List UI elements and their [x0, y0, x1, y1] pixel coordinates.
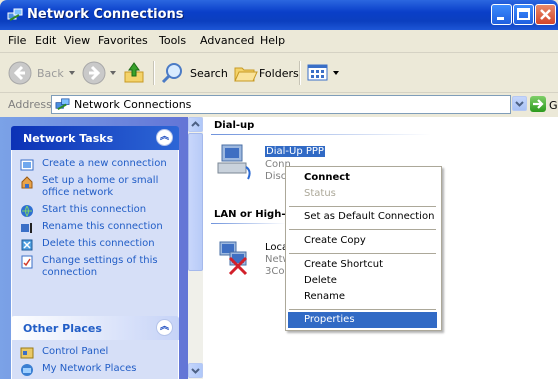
network-connections-icon: [55, 98, 70, 111]
network-tasks-header[interactable]: Network Tasks ︽: [11, 126, 179, 150]
network-places-icon: [21, 364, 33, 376]
folders-label[interactable]: Folders: [259, 67, 299, 80]
task-rename-connection[interactable]: Rename this connection: [20, 221, 172, 233]
menu-view[interactable]: View: [64, 34, 90, 47]
search-icon[interactable]: [160, 60, 186, 86]
collapse-chevron-icon[interactable]: ︽: [156, 129, 173, 146]
minimize-icon: [497, 17, 504, 20]
rename-icon: [21, 223, 32, 233]
network-tasks-list: Create a new connection Set up a home or…: [11, 150, 179, 327]
menu-file[interactable]: File: [8, 34, 26, 47]
standard-toolbar: Back Search Folders: [0, 53, 558, 93]
group-lan-divider: [211, 223, 286, 224]
dialup-connection-icon[interactable]: [216, 141, 256, 181]
context-menu: Connect Status Set as Default Connection…: [285, 166, 442, 331]
task-create-connection[interactable]: Create a new connection: [20, 158, 172, 171]
menu-item-set-default[interactable]: Set as Default Connection: [288, 209, 437, 225]
network-tasks-box: Network Tasks ︽ Create a new connection …: [11, 126, 179, 327]
lan-connection-icon[interactable]: [216, 238, 256, 278]
up-folder-icon[interactable]: [121, 60, 147, 86]
network-tasks-title: Network Tasks: [23, 132, 114, 145]
minimize-button[interactable]: [491, 4, 512, 25]
place-my-network-places[interactable]: My Network Places: [20, 363, 172, 376]
forward-dropdown-icon[interactable]: [110, 71, 116, 75]
chevron-up-icon: [191, 121, 200, 127]
menu-item-rename[interactable]: Rename: [288, 289, 437, 305]
dialup-connection-name[interactable]: Dial-Up PPP: [265, 146, 325, 157]
scroll-thumb[interactable]: [188, 133, 203, 271]
back-arrow-icon[interactable]: [8, 61, 32, 85]
address-dropdown-button[interactable]: [512, 96, 527, 111]
menu-bar: File Edit View Favorites Tools Advanced …: [0, 30, 558, 78]
forward-arrow-icon[interactable]: [82, 61, 106, 85]
menu-edit[interactable]: Edit: [35, 34, 56, 47]
title-bar[interactable]: Network Connections: [0, 0, 558, 30]
other-places-title: Other Places: [23, 322, 102, 335]
task-home-network[interactable]: Set up a home or small office network: [20, 175, 172, 199]
scroll-up-button[interactable]: [188, 117, 203, 132]
views-icon[interactable]: [306, 60, 330, 86]
address-field[interactable]: Network Connections: [51, 95, 511, 114]
network-connections-icon: [7, 8, 23, 21]
chevron-down-icon: [515, 101, 524, 107]
maximize-icon: [517, 8, 530, 20]
go-arrow-icon: [533, 99, 544, 109]
address-bar: Address Network Connections Go: [0, 93, 558, 115]
menu-item-status: Status: [304, 188, 336, 199]
menu-item-properties[interactable]: Properties: [288, 312, 437, 328]
menu-item-create-shortcut[interactable]: Create Shortcut: [288, 257, 437, 273]
other-places-box: Other Places ︽ Control Panel My Network …: [11, 316, 179, 379]
dialup-connection-status: Disc: [265, 171, 287, 182]
go-button[interactable]: [530, 96, 546, 112]
search-label[interactable]: Search: [190, 67, 228, 80]
menu-separator: [289, 229, 436, 230]
task-delete-connection[interactable]: Delete this connection: [20, 238, 172, 251]
menu-separator: [289, 253, 436, 254]
group-dialup-divider: [211, 134, 431, 135]
collapse-chevron-icon[interactable]: ︽: [156, 319, 173, 336]
menu-advanced[interactable]: Advanced: [200, 34, 254, 47]
back-label[interactable]: Back: [37, 67, 64, 80]
control-panel-icon: [20, 347, 34, 359]
toolbar-separator: [153, 61, 155, 85]
menu-item-delete[interactable]: Delete: [288, 273, 437, 289]
group-dialup-title: Dial-up: [214, 120, 255, 131]
menu-favorites[interactable]: Favorites: [98, 34, 148, 47]
home-network-icon: [21, 176, 33, 189]
back-dropdown-icon[interactable]: [69, 71, 75, 75]
task-start-connection[interactable]: Start this connection: [20, 204, 172, 217]
start-connection-icon: [21, 205, 33, 217]
new-connection-icon: [20, 159, 34, 171]
address-label: Address: [8, 98, 52, 111]
menu-separator: [289, 206, 436, 207]
window-title: Network Connections: [27, 7, 184, 22]
go-label[interactable]: Go: [549, 99, 558, 112]
folders-icon[interactable]: [232, 60, 258, 86]
chevron-down-icon: [191, 368, 200, 374]
vertical-scrollbar[interactable]: [188, 117, 203, 379]
scroll-down-button[interactable]: [188, 363, 203, 378]
delete-icon: [21, 239, 33, 251]
explorer-window: Network Connections File Edit View Favor…: [0, 0, 558, 379]
settings-icon: [21, 255, 33, 269]
menu-help[interactable]: Help: [260, 34, 285, 47]
place-control-panel[interactable]: Control Panel: [20, 346, 172, 359]
toolbar-separator: [299, 61, 301, 85]
menu-tools[interactable]: Tools: [159, 34, 186, 47]
menu-item-create-copy[interactable]: Create Copy: [288, 233, 437, 249]
views-dropdown-icon[interactable]: [333, 71, 339, 75]
group-lan-title: LAN or High-S: [214, 209, 293, 220]
task-change-settings[interactable]: Change settings of this connection: [20, 255, 172, 279]
address-value: Network Connections: [74, 98, 192, 111]
other-places-header[interactable]: Other Places ︽: [11, 316, 179, 340]
menu-item-connect[interactable]: Connect: [288, 170, 437, 186]
maximize-button[interactable]: [513, 4, 534, 25]
menu-separator: [289, 309, 436, 310]
task-pane: Network Tasks ︽ Create a new connection …: [0, 117, 188, 379]
other-places-list: Control Panel My Network Places: [11, 340, 179, 379]
close-button[interactable]: [535, 4, 556, 25]
close-icon: [540, 9, 551, 20]
